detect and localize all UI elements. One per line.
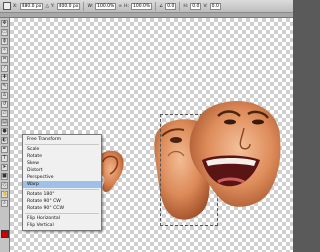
transform-context-menu: Free Transform Scale Rotate Skew Distort… <box>22 134 102 231</box>
shape-tool-icon[interactable]: ■ <box>1 173 8 180</box>
crop-tool-icon[interactable]: ⌗ <box>1 56 8 63</box>
face-image-fragment <box>189 100 281 207</box>
h-skew-field[interactable]: 0.0 <box>190 2 202 10</box>
menu-item-rotate[interactable]: Rotate <box>23 153 101 160</box>
divider <box>179 1 181 11</box>
dodge-tool-icon[interactable]: ◐ <box>1 137 8 144</box>
menu-item-rotate-90-cw[interactable]: Rotate 90° CW <box>23 198 101 205</box>
w-label: W: <box>87 3 94 9</box>
transform-options-bar: X: 480.0 px △ Y: 400.0 px W: 100.0% ∞ H:… <box>0 0 293 13</box>
quick-select-tool-icon[interactable]: ✧ <box>1 47 8 54</box>
blur-tool-icon[interactable]: ● <box>1 128 8 135</box>
link-icon[interactable]: △ <box>45 4 48 9</box>
width-field[interactable]: 100.0% <box>95 2 117 10</box>
menu-divider <box>25 189 99 190</box>
lasso-tool-icon[interactable]: ϕ <box>1 38 8 45</box>
path-select-tool-icon[interactable]: ➤ <box>1 164 8 171</box>
h-label: H: <box>124 3 129 9</box>
menu-item-perspective[interactable]: Perspective <box>23 174 101 181</box>
menu-item-rotate-180[interactable]: Rotate 180° <box>23 191 101 198</box>
brush-tool-icon[interactable]: ✎ <box>1 83 8 90</box>
reference-point-icon[interactable] <box>3 2 11 10</box>
3d-tool-icon[interactable]: ◇ <box>1 182 8 189</box>
menu-item-scale[interactable]: Scale <box>23 146 101 153</box>
h-skew-label: H: <box>183 3 189 9</box>
divider <box>83 1 85 11</box>
type-tool-icon[interactable]: T <box>1 155 8 162</box>
eraser-tool-icon[interactable]: ▱ <box>1 110 8 117</box>
tools-panel: ✥ ▭ ϕ ✧ ⌗ ⁄ ✚ ✎ ♙ ↺ ▱ ▤ ● ◐ ✒ T ➤ ■ ◇ ✋ … <box>0 18 11 252</box>
x-position-field[interactable]: 480.0 px <box>19 2 44 10</box>
gradient-tool-icon[interactable]: ▤ <box>1 119 8 126</box>
document-canvas[interactable]: Free Transform Scale Rotate Skew Distort… <box>10 18 293 252</box>
move-tool-icon[interactable]: ✥ <box>1 20 8 27</box>
x-label: X: <box>13 3 18 9</box>
y-position-field[interactable]: 400.0 px <box>56 2 81 10</box>
v-skew-field[interactable]: 0.0 <box>209 2 221 10</box>
menu-item-skew[interactable]: Skew <box>23 160 101 167</box>
healing-tool-icon[interactable]: ✚ <box>1 74 8 81</box>
zoom-tool-icon[interactable]: ⌕ <box>1 200 8 207</box>
v-skew-label: V: <box>203 3 208 9</box>
eyedropper-tool-icon[interactable]: ⁄ <box>1 65 8 72</box>
menu-item-free-transform[interactable]: Free Transform <box>23 136 101 143</box>
height-field[interactable]: 100.0% <box>130 2 153 10</box>
y-label: Y: <box>50 3 55 9</box>
menu-item-flip-horizontal[interactable]: Flip Horizontal <box>23 215 101 222</box>
divider <box>155 1 157 11</box>
pen-tool-icon[interactable]: ✒ <box>1 146 8 153</box>
menu-divider <box>25 213 99 214</box>
angle-icon: ∠ <box>159 3 164 9</box>
menu-divider <box>25 144 99 145</box>
hand-tool-icon[interactable]: ✋ <box>1 191 8 198</box>
menu-item-distort[interactable]: Distort <box>23 167 101 174</box>
history-brush-tool-icon[interactable]: ↺ <box>1 101 8 108</box>
menu-item-flip-vertical[interactable]: Flip Vertical <box>23 222 101 229</box>
menu-item-warp[interactable]: Warp <box>23 181 101 188</box>
marquee-tool-icon[interactable]: ▭ <box>1 29 8 36</box>
foreground-color-swatch[interactable] <box>1 230 9 238</box>
chain-link-icon[interactable]: ∞ <box>118 4 122 9</box>
angle-field[interactable]: 0.0 <box>165 2 177 10</box>
clone-stamp-tool-icon[interactable]: ♙ <box>1 92 8 99</box>
menu-item-rotate-90-ccw[interactable]: Rotate 90° CCW <box>23 205 101 212</box>
